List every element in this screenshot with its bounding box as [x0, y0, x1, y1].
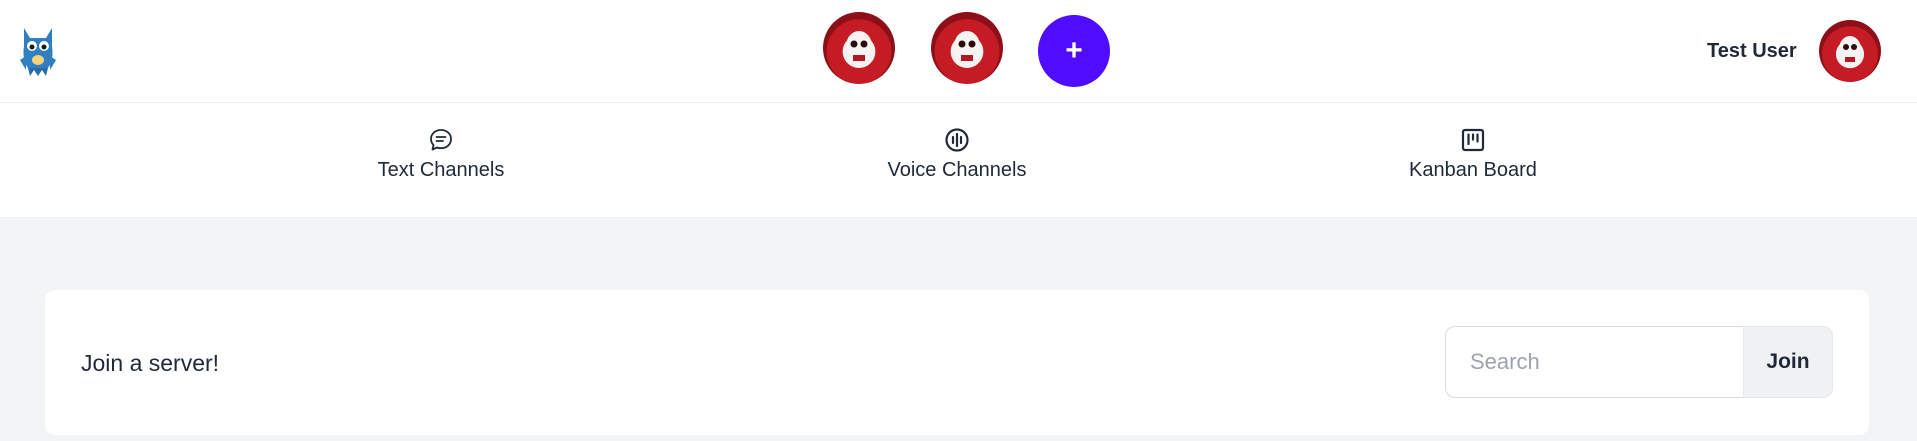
server-avatar-1[interactable] — [823, 12, 895, 84]
username: Test User — [1707, 40, 1797, 62]
chat-bubble-icon — [430, 129, 452, 151]
skull-avatar-icon — [1839, 36, 1861, 62]
top-bar: + Test User — [0, 0, 1917, 103]
channel-tabs: Text Channels Voice Channels Kanban Boar… — [0, 103, 1917, 217]
add-server-button[interactable]: + — [1038, 15, 1110, 87]
tab-voice-channels[interactable]: Voice Channels — [827, 127, 1087, 182]
join-server-form: Join — [1445, 326, 1835, 398]
tab-label: Kanban Board — [1409, 159, 1537, 181]
user-avatar[interactable] — [1819, 20, 1881, 82]
server-avatar-2[interactable] — [931, 12, 1003, 84]
join-button[interactable]: Join — [1743, 326, 1833, 398]
kanban-board-icon — [1461, 128, 1485, 152]
tab-kanban-board[interactable]: Kanban Board — [1343, 127, 1603, 182]
join-server-title: Join a server! — [81, 350, 220, 376]
skull-avatar-icon — [846, 31, 872, 61]
tab-label: Voice Channels — [887, 159, 1027, 181]
voice-wave-icon — [945, 128, 969, 152]
join-server-card: Join a server! Join — [45, 290, 1869, 435]
search-input[interactable] — [1445, 326, 1743, 398]
tab-label: Text Channels — [377, 159, 505, 181]
tab-text-channels[interactable]: Text Channels — [311, 127, 571, 182]
owl-mascot-icon[interactable] — [18, 26, 58, 78]
skull-avatar-icon — [954, 31, 980, 61]
